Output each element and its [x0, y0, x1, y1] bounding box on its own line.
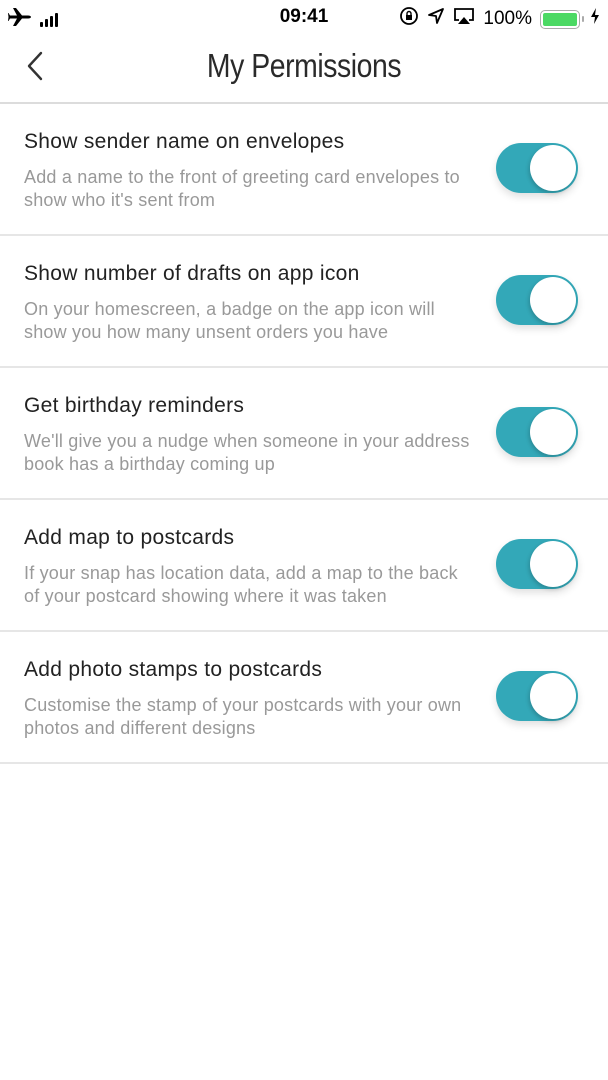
- permission-row-photo-stamps: Add photo stamps to postcards Customise …: [0, 632, 608, 764]
- toggle-knob: [530, 541, 576, 587]
- postcard-map-toggle[interactable]: [496, 539, 578, 589]
- permission-title: Show sender name on envelopes: [24, 130, 345, 153]
- permission-description: Customise the stamp of your postcards wi…: [24, 695, 462, 738]
- permission-description: Add a name to the front of greeting card…: [24, 167, 460, 210]
- battery-icon: [540, 9, 584, 29]
- birthday-reminders-toggle[interactable]: [496, 407, 578, 457]
- permission-row-drafts-badge: Show number of drafts on app icon On you…: [0, 236, 608, 368]
- orientation-lock-icon: [399, 6, 419, 32]
- permission-row-birthday-reminders: Get birthday reminders We'll give you a …: [0, 368, 608, 500]
- navigation-bar: My Permissions: [0, 34, 608, 104]
- permission-description: On your homescreen, a badge on the app i…: [24, 299, 435, 342]
- chevron-left-icon: [26, 51, 44, 86]
- permission-title: Add map to postcards: [24, 526, 235, 549]
- permission-title: Add photo stamps to postcards: [24, 658, 323, 681]
- permission-title: Get birthday reminders: [24, 394, 245, 417]
- status-right: 100%: [399, 6, 600, 32]
- page-title: My Permissions: [206, 47, 402, 84]
- battery-percent: 100%: [483, 8, 532, 29]
- drafts-badge-toggle[interactable]: [496, 275, 578, 325]
- toggle-knob: [530, 409, 576, 455]
- toggle-knob: [530, 145, 576, 191]
- toggle-knob: [530, 277, 576, 323]
- permissions-list: Show sender name on envelopes Add a name…: [0, 104, 608, 764]
- permission-row-postcard-map: Add map to postcards If your snap has lo…: [0, 500, 608, 632]
- permission-description: We'll give you a nudge when someone in y…: [24, 431, 470, 474]
- location-icon: [427, 7, 445, 31]
- permission-title: Show number of drafts on app icon: [24, 262, 360, 285]
- airplay-icon: [453, 7, 475, 31]
- permission-row-sender-name: Show sender name on envelopes Add a name…: [0, 104, 608, 236]
- permission-description: If your snap has location data, add a ma…: [24, 563, 458, 606]
- sender-name-toggle[interactable]: [496, 143, 578, 193]
- photo-stamps-toggle[interactable]: [496, 671, 578, 721]
- status-bar: 09:41 100%: [0, 0, 608, 34]
- charging-icon: [590, 8, 600, 30]
- toggle-knob: [530, 673, 576, 719]
